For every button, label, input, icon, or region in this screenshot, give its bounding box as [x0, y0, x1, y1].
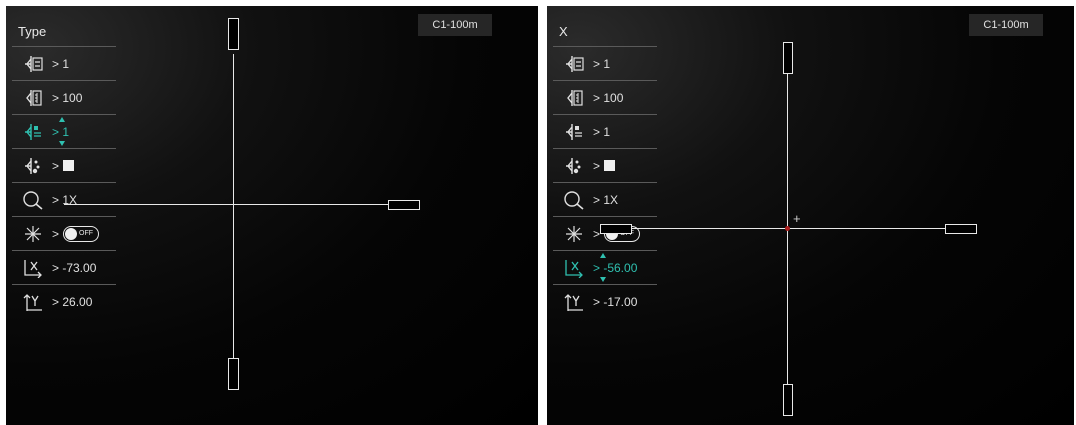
color-swatch: [604, 160, 616, 171]
freeze-icon: [20, 223, 46, 245]
increase-arrow-icon[interactable]: [59, 117, 65, 122]
menu-row-color[interactable]: >: [12, 149, 116, 183]
menu-value: >: [593, 226, 601, 241]
menu-row-x[interactable]: > -73.00: [12, 251, 116, 285]
menu-value: > 1: [52, 56, 70, 71]
menu-row-y[interactable]: > -17.00: [553, 285, 657, 318]
reticle-center-dot: [785, 226, 790, 231]
reticle-top-post: [228, 18, 239, 50]
decrease-arrow-icon[interactable]: [600, 277, 606, 282]
freeze-toggle[interactable]: OFF: [63, 225, 100, 242]
zoom-icon: [20, 189, 46, 211]
x-axis-icon: [20, 257, 46, 279]
freeze-icon: [561, 223, 587, 245]
reticle-top-post: [783, 42, 793, 74]
reticle-type-icon: [561, 53, 587, 75]
reticle-menu: X > 1 > 100 > 1 > > 1X > > -56.00 > -17.…: [553, 18, 657, 318]
decrease-arrow-icon[interactable]: [59, 141, 65, 146]
profile-badge: C1-100m: [969, 14, 1043, 36]
menu-row-color[interactable]: >: [553, 149, 657, 183]
offset-plus-marker: +: [793, 211, 801, 226]
menu-value: >: [52, 226, 60, 241]
menu-row-y[interactable]: > 26.00: [12, 285, 116, 318]
menu-value: > -73.00: [52, 260, 97, 275]
menu-value: > 1: [593, 124, 611, 139]
reticle-menu: Type > 1 > 100 > 1 > > 1X > OFF > -73.00…: [12, 18, 116, 318]
reticle-color-icon: [561, 155, 587, 177]
increase-arrow-icon[interactable]: [600, 253, 606, 258]
toggle-knob: [65, 227, 78, 240]
x-axis-icon: [561, 257, 587, 279]
menu-title: X: [553, 18, 657, 47]
menu-row-zoom[interactable]: > 1X: [12, 183, 116, 217]
menu-value: > -56.00: [593, 260, 638, 275]
toggle-label: OFF: [79, 230, 94, 237]
menu-row-type[interactable]: > 1: [12, 47, 116, 81]
reticle-horizontal-line: [64, 204, 388, 205]
menu-row-freeze[interactable]: > OFF: [553, 217, 657, 251]
menu-row-distance[interactable]: > 100: [12, 81, 116, 115]
menu-row-style[interactable]: > 1: [12, 115, 116, 149]
reticle-distance-icon: [20, 87, 46, 109]
profile-badge: C1-100m: [418, 14, 492, 36]
menu-value: > 100: [593, 90, 624, 105]
reticle-right-post: [945, 224, 977, 234]
reticle-bottom-post: [228, 358, 239, 390]
menu-value: > 1: [593, 56, 611, 71]
menu-value: >: [52, 158, 60, 173]
y-axis-icon: [20, 291, 46, 313]
color-swatch: [63, 160, 75, 171]
zoom-icon: [561, 189, 587, 211]
reticle-left-post: [600, 224, 632, 234]
menu-row-zoom[interactable]: > 1X: [553, 183, 657, 217]
menu-row-distance[interactable]: > 100: [553, 81, 657, 115]
menu-row-style[interactable]: > 1: [553, 115, 657, 149]
reticle-right-post: [388, 200, 420, 210]
menu-row-type[interactable]: > 1: [553, 47, 657, 81]
menu-value: > 1X: [593, 192, 619, 207]
left-screen: Type > 1 > 100 > 1 > > 1X > OFF > -73.00…: [6, 6, 538, 425]
menu-value: > 26.00: [52, 294, 93, 309]
reticle-style-icon: [561, 121, 587, 143]
menu-row-x[interactable]: > -56.00: [553, 251, 657, 285]
reticle-bottom-post: [783, 384, 793, 416]
menu-title: Type: [12, 18, 116, 47]
reticle-distance-icon: [561, 87, 587, 109]
menu-value: >: [593, 158, 601, 173]
menu-value: > 1: [52, 124, 70, 139]
y-axis-icon: [561, 291, 587, 313]
reticle-type-icon: [20, 53, 46, 75]
reticle-style-icon: [20, 121, 46, 143]
right-screen: X > 1 > 100 > 1 > > 1X > > -56.00 > -17.…: [547, 6, 1074, 425]
reticle-color-icon: [20, 155, 46, 177]
menu-row-freeze[interactable]: > OFF: [12, 217, 116, 251]
reticle-vertical-line: [233, 54, 234, 360]
menu-value: > 100: [52, 90, 83, 105]
menu-value: > -17.00: [593, 294, 638, 309]
